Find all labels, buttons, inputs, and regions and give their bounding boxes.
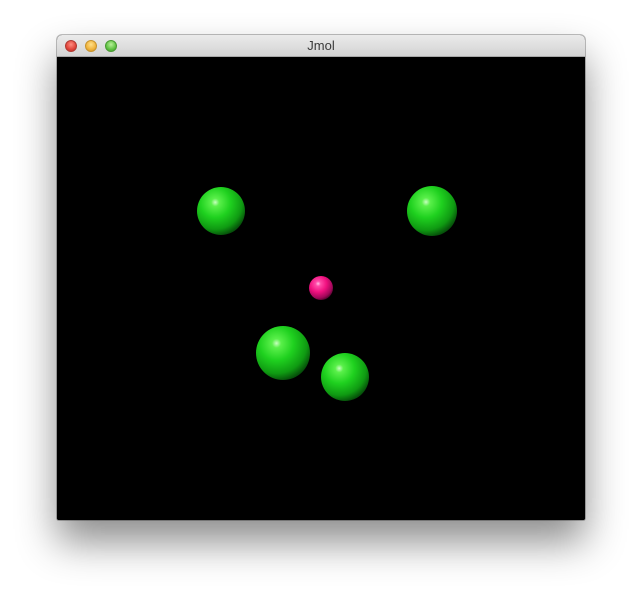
atom-green-1[interactable] <box>197 187 245 235</box>
title-bar[interactable]: Jmol <box>57 35 585 57</box>
atom-green-4[interactable] <box>321 353 369 401</box>
molecule-viewer-canvas[interactable] <box>57 57 585 520</box>
window-title: Jmol <box>307 38 335 53</box>
jmol-window: Jmol <box>57 35 585 520</box>
atom-green-2[interactable] <box>407 186 457 236</box>
atom-magenta-center[interactable] <box>309 276 333 300</box>
atom-green-3[interactable] <box>256 326 310 380</box>
molecule-render[interactable] <box>57 57 585 520</box>
